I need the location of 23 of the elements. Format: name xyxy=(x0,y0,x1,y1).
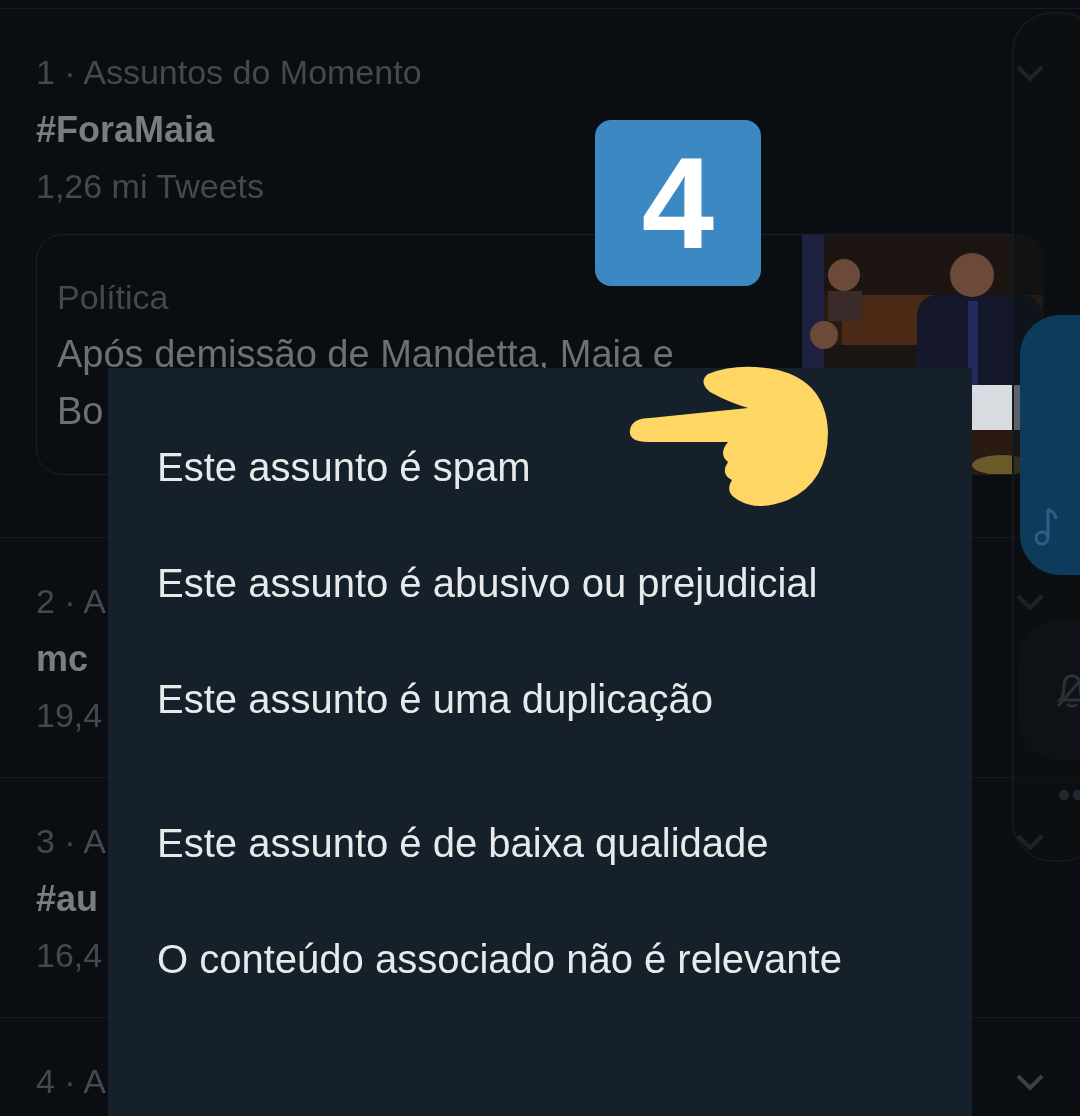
tweet-count: 1,26 mi Tweets xyxy=(36,166,265,207)
tweet-count: 16,4 xyxy=(36,935,103,976)
trend-context: 1 · Assuntos do Momento xyxy=(36,52,422,93)
menu-item[interactable]: Este assunto é abusivo ou prejudicial xyxy=(108,525,972,641)
keycap-badge: 4 xyxy=(595,120,761,286)
menu-item[interactable]: O conteúdo associado não é relevante xyxy=(108,901,972,1017)
chevron-down-icon[interactable] xyxy=(1015,833,1045,851)
news-headline: Bo xyxy=(57,389,105,434)
menu-item[interactable]: Este assunto é de baixa qualidade xyxy=(108,785,972,901)
trend-title: mc xyxy=(36,637,89,681)
trend-context: 4 · A xyxy=(36,1061,106,1102)
news-category: Política xyxy=(57,277,170,318)
trend-title: #au xyxy=(36,877,99,921)
trend-title: #ForaMaia xyxy=(36,108,215,152)
trend-context: 2 · A xyxy=(36,581,106,622)
tweet-count: 19,4 xyxy=(36,695,103,736)
chevron-down-icon[interactable] xyxy=(1015,1073,1045,1091)
news-headline: Após demissão de Mandetta, Maia e xyxy=(57,332,675,377)
trend-context: 3 · A xyxy=(36,821,106,862)
music-note-icon xyxy=(1034,507,1058,547)
menu-item[interactable]: Este assunto é uma duplicação xyxy=(108,641,972,757)
music-button[interactable] xyxy=(1020,315,1080,575)
dots-icon xyxy=(1058,788,1080,802)
